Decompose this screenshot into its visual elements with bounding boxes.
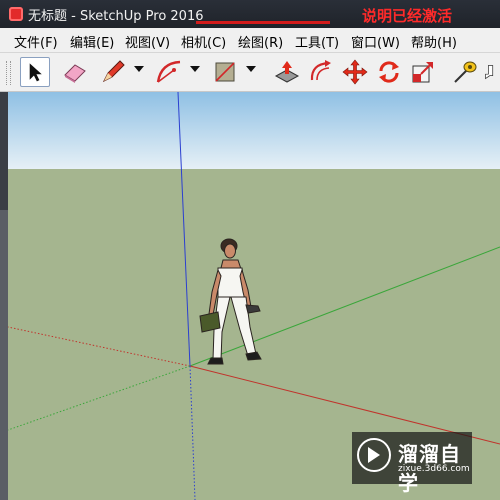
menu-bar: 文件(F) 编辑(E) 视图(V) 相机(C) 绘图(R) 工具(T) 窗口(W… (0, 28, 500, 53)
text-icon (485, 65, 494, 80)
eraser-tool-button[interactable] (60, 57, 90, 87)
rotate-tool-button[interactable] (374, 57, 404, 87)
push-pull-tool-button[interactable] (272, 57, 302, 87)
toolbar-grip[interactable] (6, 61, 11, 85)
scale-icon (412, 62, 433, 83)
menu-camera[interactable]: 相机(C) (181, 32, 226, 51)
watermark-url: zixue.3d66.com (398, 464, 470, 474)
select-tool-button[interactable] (20, 57, 50, 87)
arc-icon (156, 60, 181, 83)
move-tool-button[interactable] (340, 57, 370, 87)
menu-file[interactable]: 文件(F) (14, 32, 58, 51)
offset-tool-button[interactable] (306, 57, 336, 87)
play-triangle-icon (368, 447, 380, 463)
title-bar: 无标题 - SketchUp Pro 2016 说明已经激活 (0, 0, 500, 28)
rectangle-tool-dropdown[interactable] (246, 66, 256, 72)
scale-tool-button[interactable] (408, 57, 438, 87)
offset-icon (310, 60, 331, 81)
tape-measure-tool-button[interactable] (450, 57, 480, 87)
line-tool-dropdown[interactable] (134, 66, 144, 72)
window-title: 无标题 - SketchUp Pro 2016 (28, 9, 204, 24)
text-tool-button[interactable] (484, 57, 500, 87)
arc-tool-button[interactable] (154, 57, 184, 87)
main-toolbar (0, 53, 500, 92)
sketchup-app-icon[interactable] (9, 7, 23, 21)
line-tool-button[interactable] (98, 57, 128, 87)
menu-view[interactable]: 视图(V) (125, 32, 170, 51)
menu-tools[interactable]: 工具(T) (295, 32, 339, 51)
pencil-line-icon (102, 60, 125, 83)
menu-help[interactable]: 帮助(H) (411, 32, 457, 51)
title-underline-decoration (196, 21, 330, 24)
sky (8, 92, 500, 169)
window-left-edge-lower (0, 210, 8, 500)
push-pull-icon (274, 61, 300, 83)
menu-edit[interactable]: 编辑(E) (70, 32, 114, 51)
eraser-icon (64, 64, 86, 83)
select-arrow-icon (29, 63, 42, 82)
move-icon (342, 59, 368, 85)
rectangle-icon (215, 62, 235, 82)
tape-measure-icon (454, 61, 477, 83)
rectangle-tool-button[interactable] (210, 57, 240, 87)
rotate-icon (379, 61, 399, 83)
menu-window[interactable]: 窗口(W) (351, 32, 400, 51)
watermark-badge: 溜溜自学 zixue.3d66.com (352, 432, 472, 495)
arc-tool-dropdown[interactable] (190, 66, 200, 72)
activation-note: 说明已经激活 (362, 7, 453, 25)
menu-draw[interactable]: 绘图(R) (238, 32, 283, 51)
